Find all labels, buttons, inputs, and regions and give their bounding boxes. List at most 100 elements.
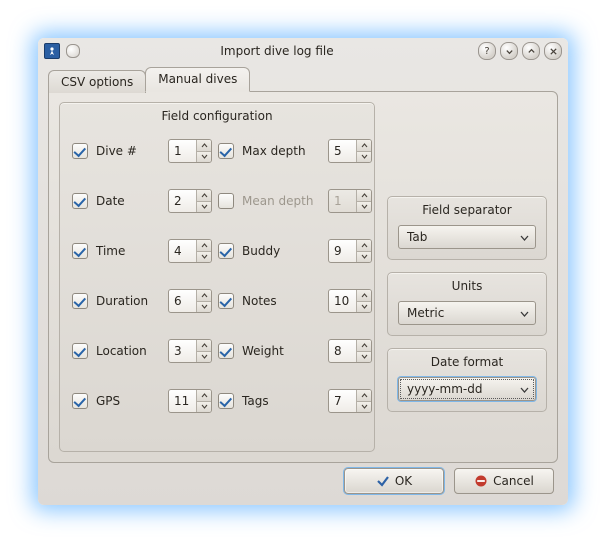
spin-up-icon[interactable] xyxy=(357,140,371,152)
field-separator-title: Field separator xyxy=(388,197,546,219)
dive-checkbox[interactable] xyxy=(72,143,88,159)
notes-spinbox[interactable]: 10 xyxy=(328,289,372,313)
tab-manual-dives[interactable]: Manual dives xyxy=(145,67,250,92)
units-combo[interactable]: Metric xyxy=(398,301,536,325)
dive-value: 1 xyxy=(169,140,196,162)
gps-checkbox[interactable] xyxy=(72,393,88,409)
tags-spinbox[interactable]: 7 xyxy=(328,389,372,413)
date-format-group: Date format yyyy-mm-dd xyxy=(387,348,547,412)
spin-down-icon[interactable] xyxy=(197,352,211,363)
spin-up-icon[interactable] xyxy=(197,240,211,252)
spin-up-icon[interactable] xyxy=(197,340,211,352)
maximize-button[interactable] xyxy=(522,42,540,60)
help-button[interactable]: ? xyxy=(478,42,496,60)
buddy-value: 9 xyxy=(329,240,356,262)
titlebar: Import dive log file ? xyxy=(38,38,568,64)
duration-label: Duration xyxy=(96,294,162,308)
button-bar: OK Cancel xyxy=(48,463,558,499)
tab-page-manual: Field configuration Dive # 1 Max depth 5… xyxy=(48,91,558,463)
tab-bar: CSV options Manual dives xyxy=(48,68,558,92)
notes-checkbox[interactable] xyxy=(218,293,234,309)
spin-down-icon[interactable] xyxy=(197,302,211,313)
spin-up-icon[interactable] xyxy=(357,240,371,252)
cancel-icon xyxy=(474,474,488,488)
spin-down-icon xyxy=(357,202,371,213)
date-value: 2 xyxy=(169,190,196,212)
spin-up-icon xyxy=(357,190,371,202)
field-configuration-title: Field configuration xyxy=(60,103,374,125)
notes-value: 10 xyxy=(329,290,356,312)
close-button[interactable] xyxy=(544,42,562,60)
spin-up-icon[interactable] xyxy=(197,290,211,302)
chevron-down-icon xyxy=(520,230,529,244)
max-depth-label: Max depth xyxy=(242,144,322,158)
buddy-checkbox[interactable] xyxy=(218,243,234,259)
spin-up-icon[interactable] xyxy=(197,390,211,402)
spin-down-icon[interactable] xyxy=(357,252,371,263)
gps-spinbox[interactable]: 11 xyxy=(168,389,212,413)
window-title: Import dive log file xyxy=(80,44,474,58)
tags-value: 7 xyxy=(329,390,356,412)
location-spinbox[interactable]: 3 xyxy=(168,339,212,363)
date-label: Date xyxy=(96,194,162,208)
spin-up-icon[interactable] xyxy=(197,190,211,202)
weight-checkbox[interactable] xyxy=(218,343,234,359)
spin-up-icon[interactable] xyxy=(357,290,371,302)
app-icon xyxy=(44,43,60,59)
duration-checkbox[interactable] xyxy=(72,293,88,309)
spin-down-icon[interactable] xyxy=(197,252,211,263)
pin-icon[interactable] xyxy=(66,44,80,58)
location-checkbox[interactable] xyxy=(72,343,88,359)
time-spinbox[interactable]: 4 xyxy=(168,239,212,263)
spin-down-icon[interactable] xyxy=(357,302,371,313)
units-value: Metric xyxy=(407,306,444,320)
max-depth-value: 5 xyxy=(329,140,356,162)
tags-checkbox[interactable] xyxy=(218,393,234,409)
spin-down-icon[interactable] xyxy=(357,152,371,163)
check-icon xyxy=(376,474,390,488)
spin-down-icon[interactable] xyxy=(197,402,211,413)
dialog-window: Import dive log file ? CSV options Manua… xyxy=(38,38,568,505)
weight-value: 8 xyxy=(329,340,356,362)
spin-down-icon[interactable] xyxy=(357,352,371,363)
mean-depth-spinbox: 1 xyxy=(328,189,372,213)
spin-up-icon[interactable] xyxy=(197,140,211,152)
spin-up-icon[interactable] xyxy=(357,390,371,402)
tab-csv-options[interactable]: CSV options xyxy=(48,70,146,93)
date-format-value: yyyy-mm-dd xyxy=(407,382,482,396)
spin-up-icon[interactable] xyxy=(357,340,371,352)
ok-button[interactable]: OK xyxy=(344,468,444,494)
buddy-label: Buddy xyxy=(242,244,322,258)
dive-spinbox[interactable]: 1 xyxy=(168,139,212,163)
minimize-button[interactable] xyxy=(500,42,518,60)
time-checkbox[interactable] xyxy=(72,243,88,259)
weight-spinbox[interactable]: 8 xyxy=(328,339,372,363)
date-format-combo[interactable]: yyyy-mm-dd xyxy=(398,377,536,401)
chevron-down-icon xyxy=(520,382,529,396)
spin-down-icon[interactable] xyxy=(197,152,211,163)
duration-value: 6 xyxy=(169,290,196,312)
field-separator-combo[interactable]: Tab xyxy=(398,225,536,249)
cancel-button[interactable]: Cancel xyxy=(454,468,554,494)
mean-depth-label: Mean depth xyxy=(242,194,322,208)
units-title: Units xyxy=(388,273,546,295)
location-value: 3 xyxy=(169,340,196,362)
buddy-spinbox[interactable]: 9 xyxy=(328,239,372,263)
max-depth-checkbox[interactable] xyxy=(218,143,234,159)
max-depth-spinbox[interactable]: 5 xyxy=(328,139,372,163)
ok-label: OK xyxy=(395,474,412,488)
notes-label: Notes xyxy=(242,294,322,308)
mean-depth-checkbox[interactable] xyxy=(218,193,234,209)
date-checkbox[interactable] xyxy=(72,193,88,209)
date-format-title: Date format xyxy=(388,349,546,371)
gps-label: GPS xyxy=(96,394,162,408)
date-spinbox[interactable]: 2 xyxy=(168,189,212,213)
field-separator-value: Tab xyxy=(407,230,427,244)
field-configuration-group: Field configuration Dive # 1 Max depth 5… xyxy=(59,102,375,452)
spin-down-icon[interactable] xyxy=(197,202,211,213)
spin-down-icon[interactable] xyxy=(357,402,371,413)
chevron-down-icon xyxy=(520,306,529,320)
duration-spinbox[interactable]: 6 xyxy=(168,289,212,313)
mean-depth-value: 1 xyxy=(329,190,356,212)
tags-label: Tags xyxy=(242,394,322,408)
